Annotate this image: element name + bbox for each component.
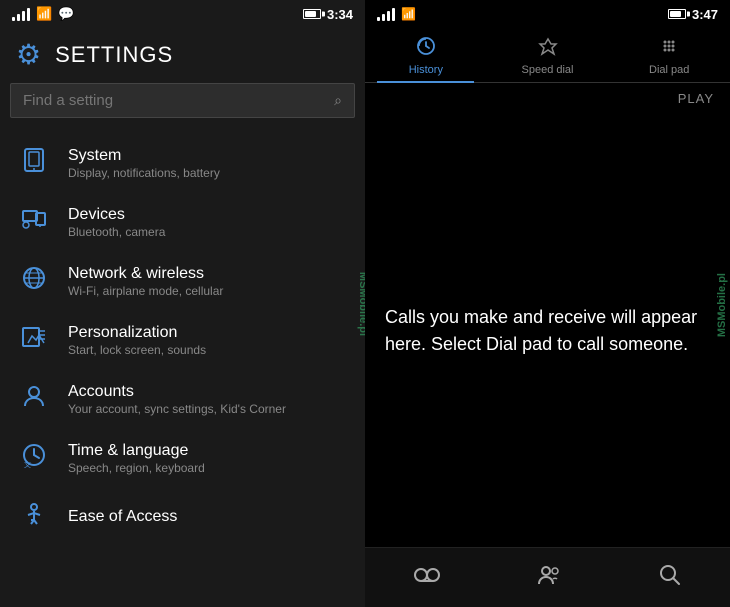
- phone-panel: 📶 3:47 History: [365, 0, 730, 607]
- tab-bar: History Speed dial: [365, 28, 730, 83]
- devices-text: Devices Bluetooth, camera: [68, 206, 165, 239]
- wifi-icon-left: 📶: [36, 6, 52, 22]
- time-icon: 文: [16, 441, 52, 476]
- devices-subtitle: Bluetooth, camera: [68, 225, 165, 239]
- play-button[interactable]: PLAY: [678, 91, 714, 106]
- play-bar: PLAY: [365, 83, 730, 114]
- signal-bars-left: [12, 7, 30, 21]
- personalization-text: Personalization Start, lock screen, soun…: [68, 324, 206, 357]
- accounts-subtitle: Your account, sync settings, Kid's Corne…: [68, 402, 286, 416]
- network-icon: [16, 264, 52, 299]
- status-icons-right: 📶: [377, 7, 416, 21]
- battery-icon-left: [303, 9, 321, 19]
- network-text: Network & wireless Wi-Fi, airplane mode,…: [68, 265, 223, 298]
- search-input[interactable]: [23, 92, 334, 109]
- time-text: Time & language Speech, region, keyboard: [68, 442, 205, 475]
- settings-item-time[interactable]: 文 Time & language Speech, region, keyboa…: [0, 429, 365, 488]
- personalization-subtitle: Start, lock screen, sounds: [68, 343, 206, 357]
- battery-icon-right: [668, 9, 686, 19]
- settings-title: SETTINGS: [55, 42, 173, 68]
- bottom-nav: [365, 547, 730, 607]
- status-icons-left: 📶 💬: [12, 6, 74, 22]
- history-tab-icon: [416, 36, 436, 61]
- settings-list: System Display, notifications, battery D…: [0, 134, 365, 607]
- call-message-text: Calls you make and receive will appear h…: [385, 304, 710, 358]
- system-subtitle: Display, notifications, battery: [68, 166, 220, 180]
- devices-icon: [16, 205, 52, 240]
- speed-dial-tab-icon: [538, 36, 558, 61]
- accounts-icon: [16, 382, 52, 417]
- settings-item-ease[interactable]: Ease of Access: [0, 488, 365, 547]
- history-tab-label: History: [409, 64, 443, 76]
- speed-dial-tab-label: Speed dial: [522, 64, 574, 76]
- time-left: 3:34: [327, 7, 353, 22]
- ease-text: Ease of Access: [68, 508, 177, 527]
- status-bar-right: 📶 3:47: [365, 0, 730, 28]
- status-bar-left: 📶 💬 3:34: [0, 0, 365, 28]
- settings-item-accounts[interactable]: Accounts Your account, sync settings, Ki…: [0, 370, 365, 429]
- tab-history[interactable]: History: [365, 28, 487, 82]
- time-right: 3:47: [692, 7, 718, 22]
- settings-item-devices[interactable]: Devices Bluetooth, camera: [0, 193, 365, 252]
- message-icon-left: 💬: [58, 6, 74, 22]
- search-icon-right[interactable]: [643, 556, 697, 600]
- devices-title: Devices: [68, 206, 165, 224]
- network-title: Network & wireless: [68, 265, 223, 283]
- gear-icon: ⚙: [16, 38, 41, 71]
- settings-item-personalization[interactable]: Personalization Start, lock screen, soun…: [0, 311, 365, 370]
- ease-icon: [16, 500, 52, 535]
- svg-text:文: 文: [24, 460, 31, 469]
- personalization-title: Personalization: [68, 324, 206, 342]
- settings-panel: 📶 💬 3:34 ⚙ SETTINGS ⌕: [0, 0, 365, 607]
- call-message-area: Calls you make and receive will appear h…: [365, 114, 730, 547]
- search-bar[interactable]: ⌕: [10, 83, 355, 118]
- voicemail-icon[interactable]: [398, 556, 456, 600]
- tab-dial-pad[interactable]: Dial pad: [608, 28, 730, 82]
- settings-item-system[interactable]: System Display, notifications, battery: [0, 134, 365, 193]
- personalization-icon: [16, 323, 52, 358]
- dial-pad-tab-icon: [659, 36, 679, 61]
- accounts-text: Accounts Your account, sync settings, Ki…: [68, 383, 286, 416]
- system-icon: [16, 146, 52, 181]
- time-title: Time & language: [68, 442, 205, 460]
- wifi-icon-right: 📶: [401, 7, 416, 21]
- search-icon: ⌕: [334, 92, 342, 109]
- time-subtitle: Speech, region, keyboard: [68, 461, 205, 475]
- watermark-right: MSMobile.pl: [716, 273, 728, 337]
- accounts-title: Accounts: [68, 383, 286, 401]
- settings-header: ⚙ SETTINGS: [0, 28, 365, 83]
- ease-title: Ease of Access: [68, 508, 177, 526]
- contacts-icon[interactable]: [521, 556, 577, 600]
- watermark-left: MSMobile.pl: [357, 271, 365, 335]
- tab-speed-dial[interactable]: Speed dial: [487, 28, 609, 82]
- network-subtitle: Wi-Fi, airplane mode, cellular: [68, 284, 223, 298]
- system-title: System: [68, 147, 220, 165]
- signal-bars-right: [377, 7, 395, 21]
- system-text: System Display, notifications, battery: [68, 147, 220, 180]
- dial-pad-tab-label: Dial pad: [649, 64, 689, 76]
- settings-item-network[interactable]: Network & wireless Wi-Fi, airplane mode,…: [0, 252, 365, 311]
